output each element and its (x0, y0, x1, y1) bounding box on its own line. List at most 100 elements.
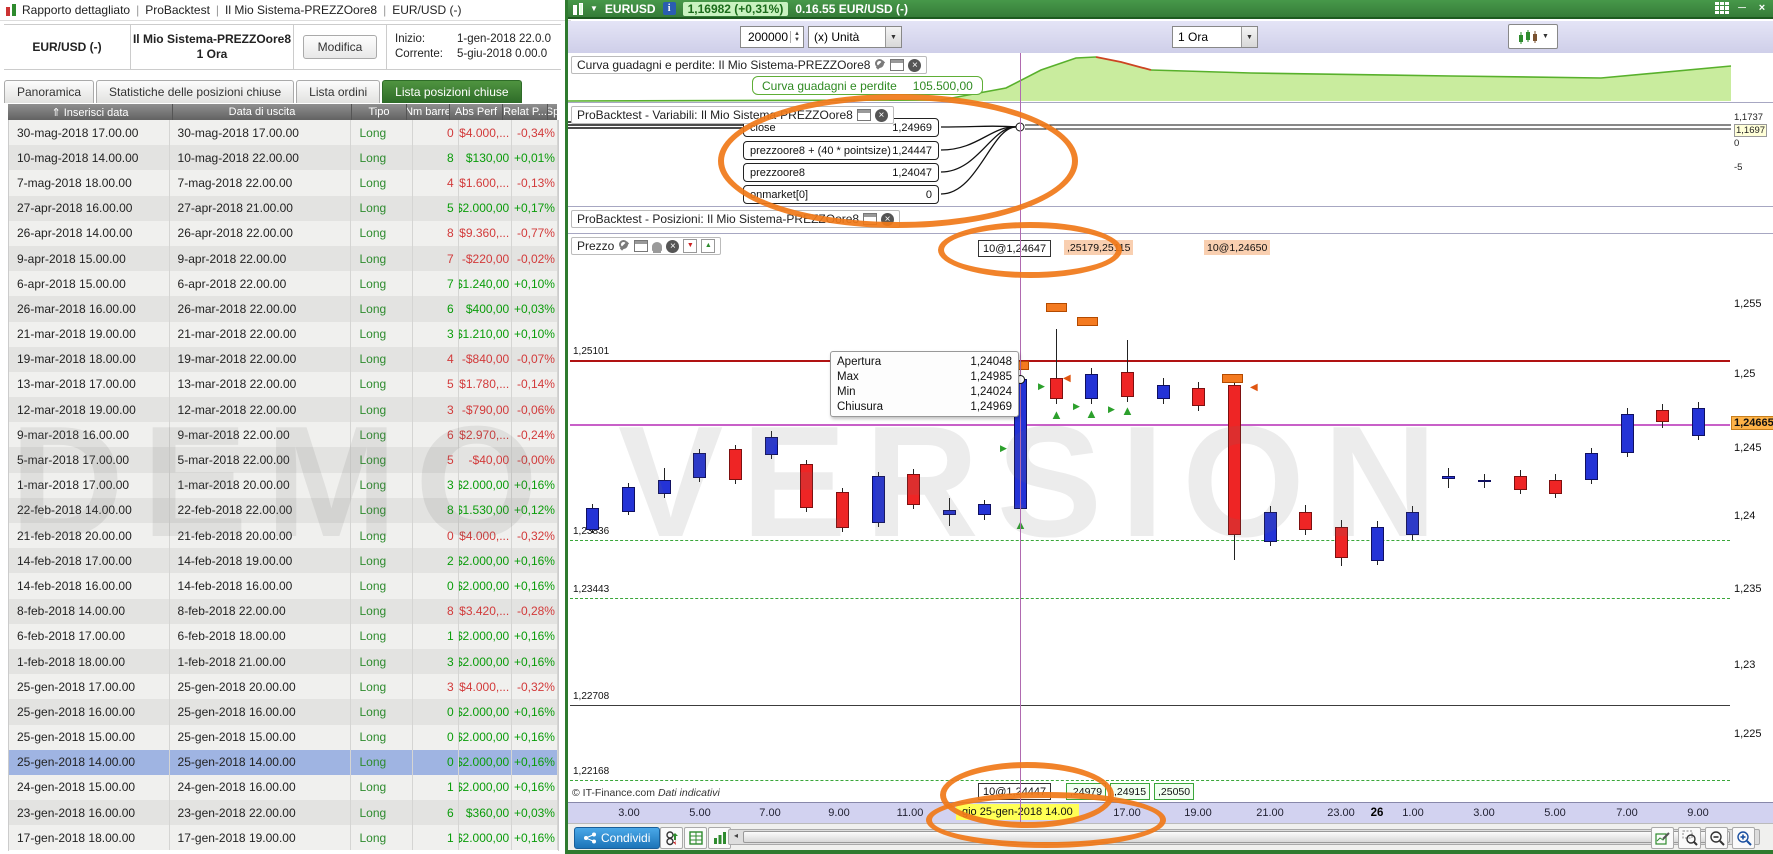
unit-select[interactable]: (x) Unità ▼ (808, 26, 902, 48)
cell-bars: 8 (413, 497, 459, 523)
table-row[interactable]: 19-mar-2018 18.00.00 19-mar-2018 22.00.00… (9, 346, 558, 372)
chevron-down-icon[interactable]: ▼ (590, 4, 598, 13)
quantity-value[interactable]: 200000 (741, 30, 790, 44)
detach-window-icon[interactable] (890, 59, 905, 71)
close-pane-icon[interactable]: × (666, 239, 680, 253)
table-row[interactable]: 1-feb-2018 18.00.00 1-feb-2018 21.00.00 Lo… (9, 648, 558, 675)
cell-rel-perf: -0,06% (512, 397, 558, 423)
price-pane-header[interactable]: Prezzo × ▼ ▲ (571, 237, 722, 255)
alert-bell-icon[interactable] (652, 241, 663, 253)
price-pane[interactable]: Prezzo × ▼ ▲ © IT-Finance.com Dati indic… (568, 234, 1773, 803)
table-row[interactable]: 9-mar-2018 16.00.00 9-mar-2018 22.00.00 Lo… (9, 422, 558, 448)
quantity-stepper[interactable]: 200000 ▲ ▼ (740, 26, 804, 48)
zoom-out-icon[interactable] (1705, 827, 1728, 849)
table-row[interactable]: 6-feb-2018 17.00.00 6-feb-2018 18.00.00 Lo… (9, 623, 558, 649)
table-row[interactable]: 25-gen-2018 15.00.00 25-gen-2018 15.00.00… (9, 724, 558, 750)
table-row[interactable]: 12-mar-2018 19.00.00 12-mar-2018 22.00.00… (9, 397, 558, 423)
table-row[interactable]: 25-gen-2018 17.00.00 25-gen-2018 20.00.00… (9, 674, 558, 700)
modify-cell: Modifica (294, 25, 387, 69)
detach-window-icon[interactable] (634, 240, 649, 252)
cell-type: Long (351, 548, 413, 574)
equity-curve-pane: Curva guadagni e perdite: Il Mio Sistema… (568, 53, 1773, 103)
close-pane-icon[interactable]: × (881, 212, 895, 226)
table-row[interactable]: 14-feb-2018 17.00.00 14-feb-2018 19.00.00… (9, 548, 558, 574)
table-row[interactable]: 17-gen-2018 18.00.00 17-gen-2018 19.00.00… (9, 825, 558, 851)
column-header-5[interactable]: Abs Perf (450, 104, 503, 120)
cell-abs-perf: $2.000,00 (459, 724, 513, 750)
table-row[interactable]: 7-mag-2018 18.00.00 7-mag-2018 22.00.00 Lo… (9, 170, 558, 196)
minimize-icon[interactable]: ─ (1735, 2, 1749, 14)
breadcrumb-item-system[interactable]: Il Mio Sistema-PREZZOore8 (225, 3, 377, 17)
table-row[interactable]: 25-gen-2018 14.00.00 25-gen-2018 14.00.00… (9, 749, 558, 775)
scrollbar-thumb[interactable] (743, 831, 1730, 843)
share-button[interactable]: Condividi (574, 827, 661, 849)
ohlc-tooltip: Apertura 1,24048 Max 1,24985 Min 1,24024 Chius… (830, 351, 1019, 417)
table-row[interactable]: 10-mag-2018 14.00.00 10-mag-2018 22.00.00… (9, 145, 558, 171)
tab-statistiche-delle-posizioni-chiuse[interactable]: Statistiche delle posizioni chiuse (96, 80, 295, 103)
info-icon[interactable]: i (662, 2, 676, 15)
time-scrollbar[interactable]: ◂ ▸ (728, 829, 1760, 845)
table-row[interactable]: 21-mar-2018 19.00.00 21-mar-2018 22.00.00… (9, 321, 558, 347)
table-row[interactable]: 13-mar-2018 17.00.00 13-mar-2018 22.00.00… (9, 371, 558, 398)
close-icon[interactable]: × (1755, 2, 1769, 14)
table-row[interactable]: 1-mar-2018 17.00.00 1-mar-2018 20.00.00 Lo… (9, 472, 558, 498)
chart-table-icon[interactable] (684, 827, 707, 849)
table-row[interactable]: 24-gen-2018 15.00.00 24-gen-2018 16.00.00… (9, 774, 558, 801)
table-row[interactable]: 9-apr-2018 15.00.00 9-apr-2018 22.00.00 Lo… (9, 245, 558, 272)
timeframe-select[interactable]: 1 Ora ▼ (1172, 26, 1258, 48)
table-row[interactable]: 22-feb-2018 14.00.00 22-feb-2018 22.00.00… (9, 497, 558, 523)
column-header-3[interactable]: Tipo (352, 104, 407, 120)
cell-type: Long (351, 623, 413, 649)
breadcrumb-item-report[interactable]: Rapporto dettagliato (22, 3, 130, 17)
variables-pane-header[interactable]: ProBacktest - Variabili: Il Mio Sistema-… (571, 106, 894, 124)
cell-exit-date: 13-mar-2018 22.00.00 (170, 371, 352, 398)
table-row[interactable]: 5-mar-2018 17.00.00 5-mar-2018 22.00.00 Lo… (9, 447, 558, 473)
settings-wrench-icon[interactable] (874, 59, 886, 71)
table-row[interactable]: 30-mag-2018 17.00.00 30-mag-2018 17.00.00… (9, 120, 558, 146)
table-row[interactable]: 26-mar-2018 16.00.00 26-mar-2018 22.00.00… (9, 296, 558, 322)
stepper-arrows-icon[interactable]: ▲ ▼ (790, 31, 803, 43)
table-row[interactable]: 23-gen-2018 16.00.00 23-gen-2018 22.00.00… (9, 800, 558, 826)
column-header-6[interactable]: Relat P... (503, 104, 548, 120)
detach-window-icon[interactable] (856, 109, 871, 121)
buy-arrow-icon[interactable]: ▲ (701, 239, 716, 253)
order-tool-icon[interactable] (660, 827, 683, 849)
time-axis[interactable]: 3.00 5.00 7.00 9.00 11.00 17.00 19.00 21.00 23.0… (568, 802, 1773, 824)
modify-button[interactable]: Modifica (303, 35, 377, 59)
positions-pane-header[interactable]: ProBacktest - Posizioni: Il Mio Sistema-… (571, 210, 901, 228)
scroll-left-icon[interactable]: ◂ (730, 831, 742, 841)
column-header-7[interactable]: Sp (548, 104, 557, 120)
draw-indicator-icon[interactable] (1651, 827, 1674, 849)
tab-panoramica[interactable]: Panoramica (4, 80, 95, 103)
close-pane-icon[interactable]: × (874, 108, 888, 122)
equity-pane-header[interactable]: Curva guadagni e perdite: Il Mio Sistema… (571, 56, 928, 74)
symbol-label[interactable]: EURUSD (605, 2, 656, 16)
sell-arrow-icon[interactable]: ▼ (683, 239, 698, 253)
table-row[interactable]: 8-feb-2018 14.00.00 8-feb-2018 22.00.00 Lo… (9, 598, 558, 624)
chart-type-button[interactable]: ▼ (1508, 24, 1558, 49)
close-pane-icon[interactable]: × (908, 58, 922, 72)
breadcrumb-item-instrument[interactable]: EUR/USD (-) (392, 3, 461, 17)
tab-lista-posizioni-chiuse[interactable]: Lista posizioni chiuse (382, 80, 522, 103)
table-row[interactable]: 27-apr-2018 16.00.00 27-apr-2018 21.00.00… (9, 195, 558, 221)
cell-entry-date: 8-feb-2018 14.00.00 (9, 598, 170, 624)
table-row[interactable]: 21-feb-2018 20.00.00 21-feb-2018 20.00.00… (9, 523, 558, 549)
cell-exit-date: 8-feb-2018 22.00.00 (170, 598, 352, 624)
column-header-2[interactable]: Data di uscita (173, 104, 352, 120)
table-row[interactable]: 25-gen-2018 16.00.00 25-gen-2018 16.00.00… (9, 699, 558, 725)
detach-window-icon[interactable] (863, 213, 878, 225)
cell-bars: 7 (413, 271, 459, 297)
table-row[interactable]: 26-apr-2018 14.00.00 26-apr-2018 22.00.00… (9, 220, 558, 246)
column-header-1[interactable]: ⇑ Inserisci data (8, 104, 173, 120)
workspace-grid-icon[interactable] (1715, 2, 1729, 14)
tab-lista-ordini[interactable]: Lista ordini (296, 80, 381, 103)
breadcrumb-item-probacktest[interactable]: ProBacktest (145, 3, 210, 17)
zoom-selection-icon[interactable] (1678, 827, 1701, 849)
zoom-in-icon[interactable] (1732, 827, 1755, 849)
table-row[interactable]: 6-apr-2018 15.00.00 6-apr-2018 22.00.00 Lo… (9, 271, 558, 297)
table-row[interactable]: 14-feb-2018 16.00.00 14-feb-2018 16.00.00… (9, 573, 558, 599)
settings-wrench-icon[interactable] (618, 240, 630, 252)
cell-exit-date: 25-gen-2018 20.00.00 (170, 674, 352, 700)
column-header-4[interactable]: Nm barre (407, 104, 450, 120)
cell-exit-date: 27-apr-2018 21.00.00 (170, 195, 352, 221)
